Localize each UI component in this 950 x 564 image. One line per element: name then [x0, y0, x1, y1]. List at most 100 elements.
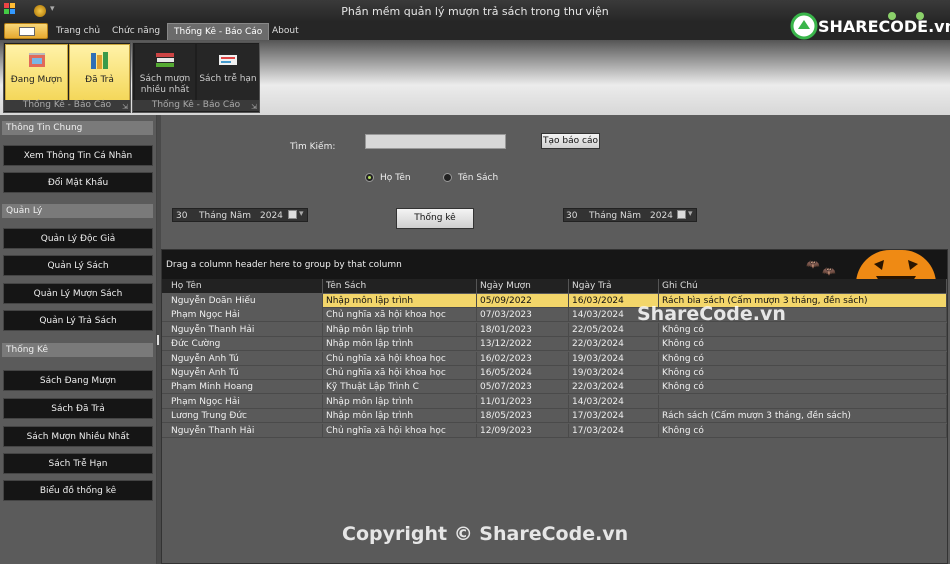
borrowing-button[interactable]: Đang Mượn: [5, 44, 68, 101]
column-header-loan-date[interactable]: Ngày Mượn: [477, 279, 569, 293]
table-cell[interactable]: Nguyễn Thanh Hải: [162, 322, 323, 337]
column-header-notes[interactable]: Ghi Chú: [659, 279, 947, 293]
table-row[interactable]: Đức Cường Nhập môn lập trình 13/12/2022 22/…: [162, 337, 947, 352]
table-cell[interactable]: 05/07/2023: [477, 380, 569, 395]
manage-books-button[interactable]: Quản Lý Sách: [3, 255, 153, 276]
change-password-button[interactable]: Đổi Mật Khẩu: [3, 172, 153, 193]
table-cell[interactable]: Không có: [659, 366, 947, 380]
table-row[interactable]: Phạm Minh Hoang Kỹ Thuật Lập Trình C 05/07…: [162, 380, 947, 395]
most-borrowed-books-button[interactable]: Sách Mượn Nhiều Nhất: [3, 426, 153, 447]
statistics-button[interactable]: Thống kê: [396, 208, 474, 229]
radio-book-title[interactable]: [443, 173, 452, 182]
table-cell[interactable]: Nguyễn Thanh Hải: [162, 423, 323, 438]
calendar-icon[interactable]: [677, 210, 686, 219]
table-cell[interactable]: Nhập môn lập trình: [323, 294, 477, 308]
table-row[interactable]: ›Nguyễn Doãn HiếuNhập môn lập trình05/09…: [162, 294, 947, 308]
table-cell[interactable]: Chủ nghĩa xã hội khoa học: [323, 351, 477, 366]
table-row[interactable]: Phạm Ngọc Hải Chủ nghĩa xã hội khoa học 07…: [162, 308, 947, 323]
table-cell[interactable]: 05/09/2022: [477, 294, 569, 308]
application-menu-button[interactable]: [4, 23, 48, 39]
books-returned-button[interactable]: Sách Đã Trả: [3, 398, 153, 419]
chevron-down-icon[interactable]: ▾: [688, 209, 693, 219]
tab-statistics-reports[interactable]: Thống Kê - Báo Cáo: [167, 23, 270, 40]
table-cell[interactable]: 14/03/2024: [569, 394, 659, 409]
date-to-picker[interactable]: 30 Tháng Năm 2024 ▾: [563, 208, 697, 222]
table-cell[interactable]: 18/05/2023: [477, 409, 569, 424]
dialog-launcher-icon[interactable]: ⇲: [251, 103, 257, 111]
tab-about[interactable]: About: [266, 23, 305, 40]
table-cell[interactable]: 16/02/2023: [477, 351, 569, 366]
table-row[interactable]: Phạm Ngọc Hải Nhập môn lập trình 11/01/202…: [162, 394, 947, 409]
returned-button[interactable]: Đã Trả: [69, 44, 130, 101]
table-cell[interactable]: Nhập môn lập trình: [323, 322, 477, 337]
tab-home[interactable]: Trang chủ: [50, 23, 106, 40]
watermark-copyright: Copyright © ShareCode.vn: [342, 523, 629, 545]
table-row[interactable]: Nguyễn Anh Tú Chủ nghĩa xã hội khoa học 16…: [162, 351, 947, 366]
returned-label: Đã Trả: [85, 75, 114, 85]
table-cell[interactable]: Không có: [659, 351, 947, 366]
table-cell[interactable]: Nhập môn lập trình: [323, 409, 477, 424]
table-cell[interactable]: Nguyễn Doãn Hiếu: [162, 294, 323, 308]
borrowing-icon: [28, 53, 45, 67]
dialog-launcher-icon[interactable]: ⇲: [122, 103, 128, 111]
table-cell[interactable]: Đức Cường: [162, 337, 323, 352]
table-cell[interactable]: Không có: [659, 423, 947, 438]
table-cell[interactable]: Nguyễn Anh Tú: [162, 366, 323, 380]
section-statistics[interactable]: Thống Kê: [2, 343, 153, 357]
table-cell[interactable]: 22/03/2024: [569, 380, 659, 395]
table-cell[interactable]: Chủ nghĩa xã hội khoa học: [323, 308, 477, 323]
column-header-book[interactable]: Tên Sách: [323, 279, 477, 293]
manage-returns-button[interactable]: Quản Lý Trả Sách: [3, 310, 153, 331]
table-cell[interactable]: 22/03/2024: [569, 337, 659, 352]
table-cell[interactable]: Không có: [659, 380, 947, 395]
statistics-chart-button[interactable]: Biểu đồ thống kê: [3, 480, 153, 501]
overdue-books-sidebar-button[interactable]: Sách Trễ Hạn: [3, 453, 153, 474]
manage-loans-button[interactable]: Quản Lý Mượn Sách: [3, 283, 153, 304]
most-borrowed-button[interactable]: Sách mượn nhiều nhất: [135, 44, 195, 101]
table-cell[interactable]: Chủ nghĩa xã hội khoa học: [323, 366, 477, 380]
table-cell[interactable]: Lương Trung Đức: [162, 409, 323, 424]
table-cell[interactable]: Nhập môn lập trình: [323, 394, 477, 409]
table-cell[interactable]: 13/12/2022: [477, 337, 569, 352]
overdue-books-button[interactable]: Sách trễ hạn: [197, 44, 259, 101]
table-cell[interactable]: Phạm Ngọc Hải: [162, 394, 323, 409]
books-borrowing-button[interactable]: Sách Đang Mượn: [3, 370, 153, 391]
section-general-info[interactable]: Thông Tin Chung: [2, 121, 153, 135]
table-cell[interactable]: Rách sách (Cấm mượn 3 tháng, đền sách): [659, 409, 947, 424]
table-cell[interactable]: 17/03/2024: [569, 409, 659, 424]
table-cell[interactable]: Phạm Ngọc Hải: [162, 308, 323, 323]
manage-readers-button[interactable]: Quản Lý Độc Giả: [3, 228, 153, 249]
chevron-down-icon[interactable]: ▾: [299, 209, 304, 219]
table-cell[interactable]: 07/03/2023: [477, 308, 569, 323]
table-cell[interactable]: 16/05/2024: [477, 366, 569, 380]
table-cell[interactable]: 19/03/2024: [569, 351, 659, 366]
radio-name-label: Họ Tên: [380, 173, 411, 183]
column-header-name[interactable]: Họ Tên: [162, 279, 323, 293]
table-cell[interactable]: 17/03/2024: [569, 423, 659, 438]
view-profile-button[interactable]: Xem Thông Tin Cá Nhân: [3, 145, 153, 166]
table-cell[interactable]: Chủ nghĩa xã hội khoa học: [323, 423, 477, 438]
section-management[interactable]: Quản Lý: [2, 204, 153, 218]
radio-name[interactable]: [365, 173, 374, 182]
table-row[interactable]: Lương Trung Đức Nhập môn lập trình 18/05/2…: [162, 409, 947, 424]
table-cell[interactable]: Nhập môn lập trình: [323, 337, 477, 352]
column-header-return-date[interactable]: Ngày Trả: [569, 279, 659, 293]
table-cell[interactable]: Nguyễn Anh Tú: [162, 351, 323, 366]
tab-functions[interactable]: Chức năng: [106, 23, 166, 40]
table-cell[interactable]: 18/01/2023: [477, 322, 569, 337]
table-cell[interactable]: Không có: [659, 337, 947, 352]
table-row[interactable]: Nguyễn Anh Tú Chủ nghĩa xã hội khoa học 16…: [162, 366, 947, 380]
search-input[interactable]: [365, 134, 506, 149]
date-from-picker[interactable]: 30 Tháng Năm 2024 ▾: [172, 208, 308, 222]
calendar-icon[interactable]: [288, 210, 297, 219]
create-report-button[interactable]: Tạo báo cáo: [541, 133, 600, 149]
table-cell[interactable]: Phạm Minh Hoang: [162, 380, 323, 395]
table-cell[interactable]: [659, 394, 947, 409]
table-cell[interactable]: 11/01/2023: [477, 394, 569, 409]
table-row[interactable]: Nguyễn Thanh Hải Chủ nghĩa xã hội khoa họ…: [162, 423, 947, 438]
group-panel[interactable]: Drag a column header here to group by th…: [162, 250, 947, 279]
table-row[interactable]: Nguyễn Thanh Hải Nhập môn lập trình 18/01/…: [162, 322, 947, 337]
table-cell[interactable]: 19/03/2024: [569, 366, 659, 380]
table-cell[interactable]: Kỹ Thuật Lập Trình C: [323, 380, 477, 395]
table-cell[interactable]: 12/09/2023: [477, 423, 569, 438]
